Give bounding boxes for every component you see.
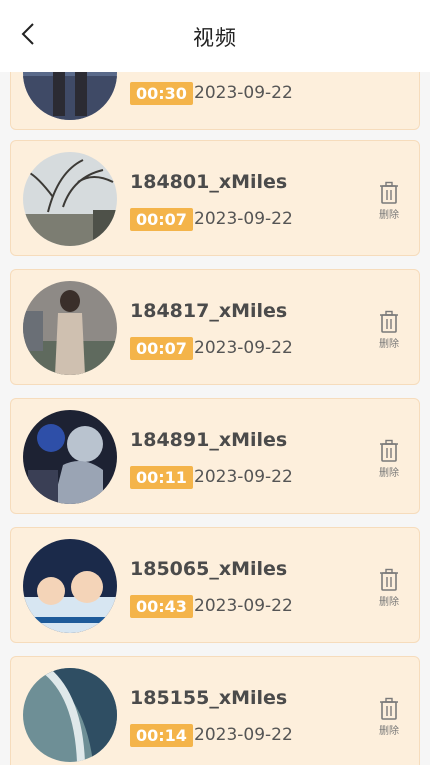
video-list-item[interactable]: 00:30 2023-09-22 bbox=[10, 72, 420, 130]
video-title: 184801_xMiles bbox=[130, 171, 288, 193]
delete-label: 删除 bbox=[379, 726, 399, 737]
video-thumbnail[interactable] bbox=[23, 152, 117, 246]
page-title: 视频 bbox=[193, 26, 237, 50]
video-list-item[interactable]: 184801_xMiles 00:07 2023-09-22 删除 bbox=[10, 140, 420, 256]
trash-icon bbox=[380, 181, 398, 204]
delete-button[interactable]: 删除 bbox=[371, 439, 407, 479]
video-list-item[interactable]: 184891_xMiles 00:11 2023-09-22 删除 bbox=[10, 398, 420, 514]
video-thumbnail[interactable] bbox=[23, 668, 117, 762]
video-date: 2023-09-22 bbox=[194, 209, 293, 229]
video-title: 184891_xMiles bbox=[130, 429, 288, 451]
video-date: 2023-09-22 bbox=[194, 83, 293, 103]
video-date: 2023-09-22 bbox=[194, 596, 293, 616]
video-list-item[interactable]: 185155_xMiles 00:14 2023-09-22 删除 bbox=[10, 656, 420, 765]
video-thumbnail[interactable] bbox=[23, 410, 117, 504]
delete-label: 删除 bbox=[379, 597, 399, 608]
delete-label: 删除 bbox=[379, 210, 399, 221]
app-header: 视频 bbox=[0, 0, 430, 72]
delete-label: 删除 bbox=[379, 339, 399, 350]
video-title: 184817_xMiles bbox=[130, 300, 288, 322]
video-date: 2023-09-22 bbox=[194, 338, 293, 358]
delete-button[interactable]: 删除 bbox=[371, 568, 407, 608]
trash-icon bbox=[380, 310, 398, 333]
trash-icon bbox=[380, 568, 398, 591]
video-list-item[interactable]: 185065_xMiles 00:43 2023-09-22 删除 bbox=[10, 527, 420, 643]
trash-icon bbox=[380, 439, 398, 462]
video-list[interactable]: 00:30 2023-09-22 184801_xMiles 00:07 202… bbox=[0, 72, 430, 765]
video-title: 185155_xMiles bbox=[130, 687, 288, 709]
video-date: 2023-09-22 bbox=[194, 467, 293, 487]
video-list-item[interactable]: 184817_xMiles 00:07 2023-09-22 删除 bbox=[10, 269, 420, 385]
duration-badge: 00:07 bbox=[130, 337, 193, 360]
duration-badge: 00:30 bbox=[130, 82, 193, 105]
duration-badge: 00:07 bbox=[130, 208, 193, 231]
delete-button[interactable]: 删除 bbox=[371, 310, 407, 350]
delete-button[interactable]: 删除 bbox=[371, 181, 407, 221]
video-date: 2023-09-22 bbox=[194, 725, 293, 745]
delete-label: 删除 bbox=[379, 468, 399, 479]
duration-badge: 00:11 bbox=[130, 466, 193, 489]
video-thumbnail[interactable] bbox=[23, 539, 117, 633]
video-thumbnail[interactable] bbox=[23, 72, 117, 120]
video-title: 185065_xMiles bbox=[130, 558, 288, 580]
video-thumbnail[interactable] bbox=[23, 281, 117, 375]
delete-button[interactable]: 删除 bbox=[371, 697, 407, 737]
trash-icon bbox=[380, 697, 398, 720]
duration-badge: 00:14 bbox=[130, 724, 193, 747]
duration-badge: 00:43 bbox=[130, 595, 193, 618]
